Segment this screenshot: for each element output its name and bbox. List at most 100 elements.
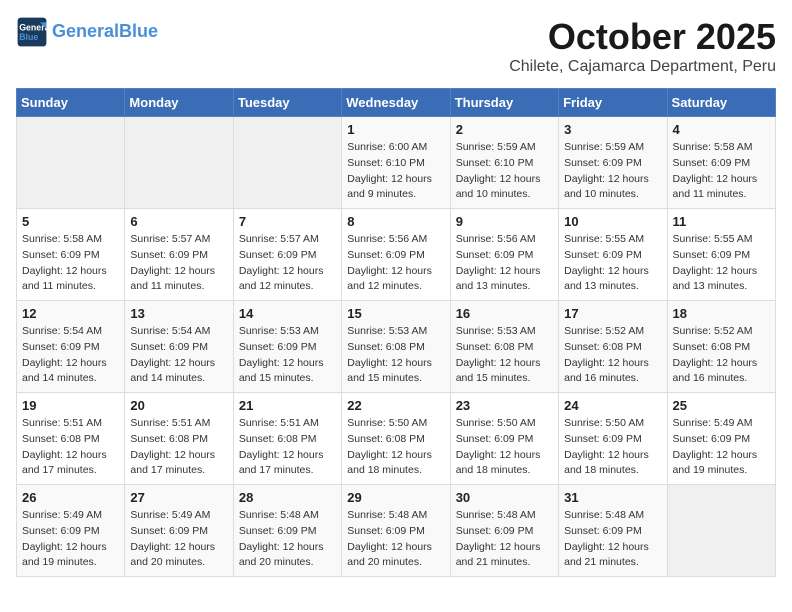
calendar-day: 28 Sunrise: 5:48 AM Sunset: 6:09 PM Dayli… [233,485,341,577]
calendar-day: 29 Sunrise: 5:48 AM Sunset: 6:09 PM Dayli… [342,485,450,577]
day-info: Sunrise: 5:48 AM Sunset: 6:09 PM Dayligh… [347,508,444,571]
day-number: 12 [22,306,119,321]
calendar-day [125,117,233,209]
day-info: Sunrise: 5:54 AM Sunset: 6:09 PM Dayligh… [22,324,119,387]
day-number: 29 [347,490,444,505]
day-info: Sunrise: 5:58 AM Sunset: 6:09 PM Dayligh… [22,232,119,295]
day-number: 19 [22,398,119,413]
calendar-day: 31 Sunrise: 5:48 AM Sunset: 6:09 PM Dayli… [559,485,667,577]
day-number: 2 [456,122,553,137]
calendar-day: 21Sunrise: 5:51 AM Sunset: 6:08 PM Dayli… [233,393,341,485]
calendar-day: 17 Sunrise: 5:52 AM Sunset: 6:08 PM Dayli… [559,301,667,393]
day-number: 15 [347,306,444,321]
day-number: 31 [564,490,661,505]
day-number: 27 [130,490,227,505]
calendar-day: 10 Sunrise: 5:55 AM Sunset: 6:09 PM Dayli… [559,209,667,301]
day-info: Sunrise: 5:49 AM Sunset: 6:09 PM Dayligh… [130,508,227,571]
day-number: 1 [347,122,444,137]
day-number: 22 [347,398,444,413]
calendar-day: 20 Sunrise: 5:51 AM Sunset: 6:08 PM Dayli… [125,393,233,485]
col-header-tuesday: Tuesday [233,89,341,117]
col-header-thursday: Thursday [450,89,558,117]
calendar-week-4: 19 Sunrise: 5:51 AM Sunset: 6:08 PM Dayli… [17,393,776,485]
calendar-day: 16Sunrise: 5:53 AM Sunset: 6:08 PM Dayli… [450,301,558,393]
calendar-day [17,117,125,209]
day-number: 6 [130,214,227,229]
calendar-day [667,485,775,577]
day-number: 14 [239,306,336,321]
day-info: Sunrise: 5:49 AM Sunset: 6:09 PM Dayligh… [22,508,119,571]
calendar-day: 14Sunrise: 5:53 AM Sunset: 6:09 PM Dayli… [233,301,341,393]
logo-line1: General [52,21,119,41]
day-info: Sunrise: 5:48 AM Sunset: 6:09 PM Dayligh… [564,508,661,571]
day-number: 17 [564,306,661,321]
day-info: Sunrise: 5:50 AM Sunset: 6:09 PM Dayligh… [456,416,553,479]
logo-text: GeneralBlue [52,22,158,42]
day-info: Sunrise: 5:52 AM Sunset: 6:08 PM Dayligh… [564,324,661,387]
day-info: Sunrise: 5:55 AM Sunset: 6:09 PM Dayligh… [564,232,661,295]
day-info: Sunrise: 5:56 AM Sunset: 6:09 PM Dayligh… [456,232,553,295]
calendar-day: 19Sunrise: 5:51 AM Sunset: 6:08 PM Dayli… [17,393,125,485]
calendar-week-5: 26 Sunrise: 5:49 AM Sunset: 6:09 PM Dayli… [17,485,776,577]
day-number: 23 [456,398,553,413]
calendar-day: 2 Sunrise: 5:59 AM Sunset: 6:10 PM Daylig… [450,117,558,209]
calendar-week-3: 12 Sunrise: 5:54 AM Sunset: 6:09 PM Dayli… [17,301,776,393]
calendar-day: 5 Sunrise: 5:58 AM Sunset: 6:09 PM Daylig… [17,209,125,301]
calendar-day: 27 Sunrise: 5:49 AM Sunset: 6:09 PM Dayli… [125,485,233,577]
day-number: 5 [22,214,119,229]
day-info: Sunrise: 5:57 AM Sunset: 6:09 PM Dayligh… [130,232,227,295]
logo-icon: General Blue [16,16,48,48]
day-number: 4 [673,122,770,137]
calendar-day: 30 Sunrise: 5:48 AM Sunset: 6:09 PM Dayli… [450,485,558,577]
day-info: Sunrise: 5:48 AM Sunset: 6:09 PM Dayligh… [239,508,336,571]
calendar-week-1: 1 Sunrise: 6:00 AM Sunset: 6:10 PM Daylig… [17,117,776,209]
day-number: 18 [673,306,770,321]
day-number: 7 [239,214,336,229]
calendar-day: 8 Sunrise: 5:56 AM Sunset: 6:09 PM Daylig… [342,209,450,301]
calendar-day: 23 Sunrise: 5:50 AM Sunset: 6:09 PM Dayli… [450,393,558,485]
day-info: Sunrise: 5:59 AM Sunset: 6:09 PM Dayligh… [564,140,661,203]
day-info: Sunrise: 5:55 AM Sunset: 6:09 PM Dayligh… [673,232,770,295]
calendar-day: 15 Sunrise: 5:53 AM Sunset: 6:08 PM Dayli… [342,301,450,393]
day-info: Sunrise: 5:51 AM Sunset: 6:08 PM Dayligh… [130,416,227,479]
title-block: October 2025 Chilete, Cajamarca Departme… [509,16,776,76]
calendar-subtitle: Chilete, Cajamarca Department, Peru [509,58,776,76]
day-number: 20 [130,398,227,413]
day-number: 25 [673,398,770,413]
calendar-day: 3 Sunrise: 5:59 AM Sunset: 6:09 PM Daylig… [559,117,667,209]
page-header: General Blue GeneralBlue October 2025 Ch… [16,16,776,76]
day-info: Sunrise: 5:50 AM Sunset: 6:09 PM Dayligh… [564,416,661,479]
calendar-week-2: 5 Sunrise: 5:58 AM Sunset: 6:09 PM Daylig… [17,209,776,301]
day-number: 28 [239,490,336,505]
day-number: 9 [456,214,553,229]
day-info: Sunrise: 5:52 AM Sunset: 6:08 PM Dayligh… [673,324,770,387]
day-number: 3 [564,122,661,137]
day-info: Sunrise: 5:56 AM Sunset: 6:09 PM Dayligh… [347,232,444,295]
day-info: Sunrise: 5:53 AM Sunset: 6:08 PM Dayligh… [347,324,444,387]
calendar-day: 4 Sunrise: 5:58 AM Sunset: 6:09 PM Daylig… [667,117,775,209]
day-info: Sunrise: 5:58 AM Sunset: 6:09 PM Dayligh… [673,140,770,203]
calendar-day: 11 Sunrise: 5:55 AM Sunset: 6:09 PM Dayli… [667,209,775,301]
svg-text:Blue: Blue [19,32,38,42]
calendar-day: 9 Sunrise: 5:56 AM Sunset: 6:09 PM Daylig… [450,209,558,301]
day-number: 13 [130,306,227,321]
day-number: 8 [347,214,444,229]
day-info: Sunrise: 6:00 AM Sunset: 6:10 PM Dayligh… [347,140,444,203]
day-number: 10 [564,214,661,229]
calendar-table: SundayMondayTuesdayWednesdayThursdayFrid… [16,88,776,577]
day-number: 11 [673,214,770,229]
day-number: 30 [456,490,553,505]
day-info: Sunrise: 5:48 AM Sunset: 6:09 PM Dayligh… [456,508,553,571]
day-number: 24 [564,398,661,413]
calendar-day: 12 Sunrise: 5:54 AM Sunset: 6:09 PM Dayli… [17,301,125,393]
calendar-day: 24 Sunrise: 5:50 AM Sunset: 6:09 PM Dayli… [559,393,667,485]
calendar-day: 6 Sunrise: 5:57 AM Sunset: 6:09 PM Daylig… [125,209,233,301]
calendar-day [233,117,341,209]
col-header-monday: Monday [125,89,233,117]
calendar-title: October 2025 [509,16,776,58]
day-number: 26 [22,490,119,505]
calendar-day: 18 Sunrise: 5:52 AM Sunset: 6:08 PM Dayli… [667,301,775,393]
col-header-friday: Friday [559,89,667,117]
logo-line2: Blue [119,21,158,41]
day-info: Sunrise: 5:59 AM Sunset: 6:10 PM Dayligh… [456,140,553,203]
